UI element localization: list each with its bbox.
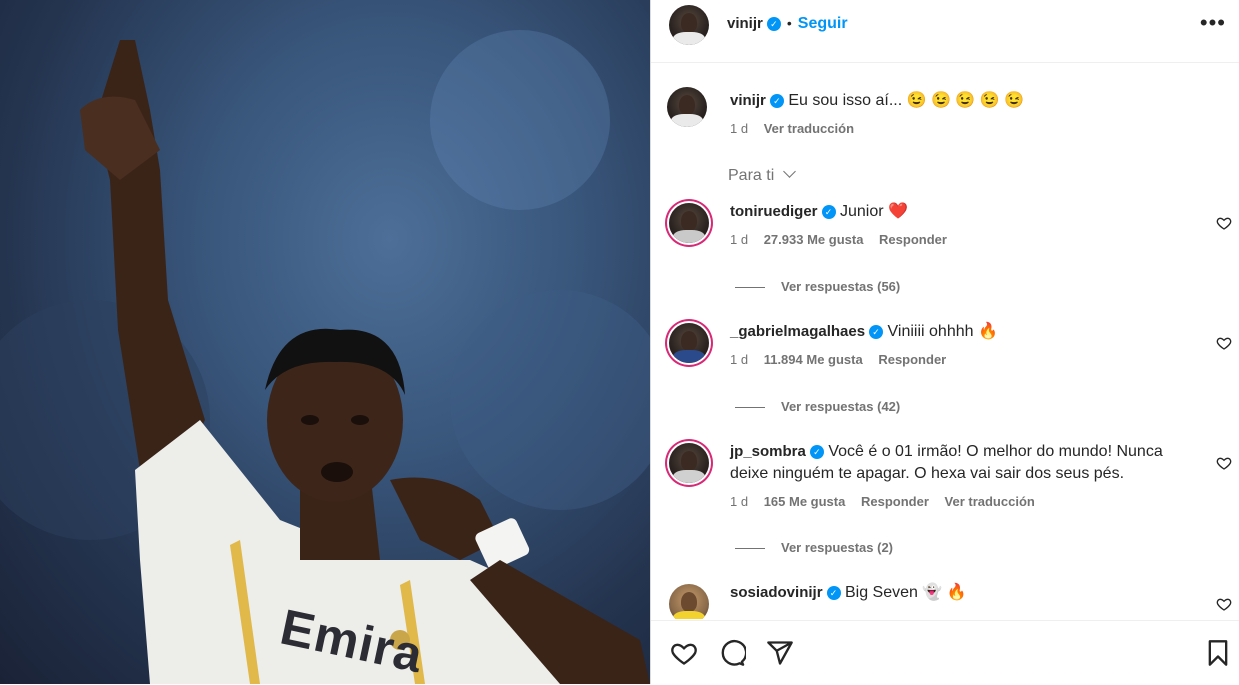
post-side-panel: vinijr ✓ • Seguir ••• vinijr ✓ Eu sou isso a… xyxy=(650,0,1239,684)
commenter-avatar[interactable] xyxy=(669,584,709,619)
comments-scroll-area[interactable]: vinijr ✓ Eu sou isso aí... 😉 😉 😉 😉 😉 1 d … xyxy=(651,63,1239,619)
see-translation-link[interactable]: Ver traducción xyxy=(945,494,1035,509)
commenter-avatar[interactable] xyxy=(669,443,709,483)
comment-text: Junior xyxy=(839,203,884,220)
post-header: vinijr ✓ • Seguir ••• xyxy=(651,0,1239,63)
share-icon[interactable] xyxy=(766,639,794,667)
chevron-down-icon xyxy=(782,165,796,178)
view-replies-button[interactable]: Ver respuestas (2) xyxy=(735,540,893,555)
comment-likes[interactable]: 27.933 Me gusta xyxy=(764,232,864,247)
comment-sort-dropdown[interactable]: Para ti xyxy=(728,165,796,185)
caption-emojis: 😉 😉 😉 😉 😉 xyxy=(906,92,1024,109)
comment-username[interactable]: _gabrielmagalhaes xyxy=(730,323,865,340)
sort-label: Para ti xyxy=(728,167,775,184)
verified-badge-icon: ✓ xyxy=(809,444,824,459)
comment-emoji: 👻 🔥 xyxy=(922,584,967,601)
reply-button[interactable]: Responder xyxy=(879,232,947,247)
commenter-avatar[interactable] xyxy=(669,203,709,243)
comment-text: Big Seven xyxy=(844,584,918,601)
view-replies-button[interactable]: Ver respuestas (42) xyxy=(735,399,900,414)
verified-badge-icon: ✓ xyxy=(766,16,781,31)
comment-emoji: ❤️ xyxy=(888,203,908,220)
comment-icon[interactable] xyxy=(718,639,746,667)
post-photo[interactable]: Emira xyxy=(0,0,650,684)
like-comment-icon[interactable] xyxy=(1216,596,1232,612)
comment-emoji: 🔥 xyxy=(977,323,998,340)
comment-username[interactable]: sosiadovinijr xyxy=(730,584,823,601)
verified-badge-icon: ✓ xyxy=(769,93,784,108)
follow-button[interactable]: Seguir xyxy=(798,15,848,32)
comment-time: 1 d xyxy=(730,494,749,509)
heart-icon[interactable] xyxy=(670,639,698,667)
comment-text: Viniiii ohhhh xyxy=(887,323,974,340)
author-username[interactable]: vinijr xyxy=(727,15,763,32)
verified-badge-icon: ✓ xyxy=(826,585,841,600)
comment-item: toniruediger ✓ Junior ❤️ 1 d 27.933 Me gu… xyxy=(667,201,1232,301)
post-action-bar xyxy=(651,620,1239,685)
player-photo-illustration xyxy=(0,30,650,684)
like-comment-icon[interactable] xyxy=(1216,455,1232,471)
comment-likes[interactable]: 11.894 Me gusta xyxy=(764,352,863,367)
caption-author-avatar[interactable] xyxy=(667,87,707,127)
comment-likes[interactable]: 165 Me gusta xyxy=(764,494,846,509)
comment-username[interactable]: jp_sombra xyxy=(730,443,806,460)
like-comment-icon[interactable] xyxy=(1216,215,1232,231)
comment-item: sosiadovinijr ✓ Big Seven 👻 🔥 xyxy=(667,582,1232,619)
caption-time: 1 d xyxy=(730,121,749,136)
verified-badge-icon: ✓ xyxy=(821,204,836,219)
caption-username[interactable]: vinijr xyxy=(730,92,766,109)
more-options-icon[interactable]: ••• xyxy=(1200,12,1226,34)
verified-badge-icon: ✓ xyxy=(869,324,884,339)
reply-button[interactable]: Responder xyxy=(878,352,946,367)
bookmark-icon[interactable] xyxy=(1204,639,1232,667)
commenter-avatar[interactable] xyxy=(669,323,709,363)
reply-button[interactable]: Responder xyxy=(861,494,929,509)
view-replies-button[interactable]: Ver respuestas (56) xyxy=(735,279,900,294)
comment-time: 1 d xyxy=(730,232,749,247)
comment-item: _gabrielmagalhaes ✓ Viniiii ohhhh 🔥 1 d 1… xyxy=(667,321,1232,421)
like-comment-icon[interactable] xyxy=(1216,335,1232,351)
comment-time: 1 d xyxy=(730,352,749,367)
caption-text: Eu sou isso aí... xyxy=(788,92,903,109)
comment-username[interactable]: toniruediger xyxy=(730,203,818,220)
comment-item: jp_sombra ✓ Você é o 01 irmão! O melhor d… xyxy=(667,441,1232,561)
see-translation-link[interactable]: Ver traducción xyxy=(764,121,854,136)
author-avatar[interactable] xyxy=(669,5,709,45)
separator-dot: • xyxy=(786,15,792,31)
